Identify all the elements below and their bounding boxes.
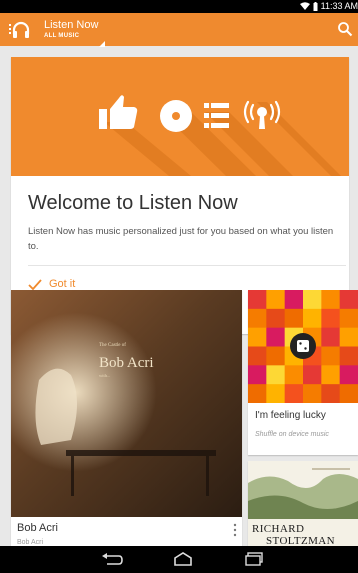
feeling-lucky-mosaic [248, 290, 358, 403]
system-nav-bar [0, 546, 358, 573]
got-it-label: Got it [49, 278, 76, 290]
album-art-credits: with... [99, 373, 110, 378]
album-art-title: Bob Acri [99, 355, 154, 371]
welcome-description: Listen Now has music personalized just f… [28, 226, 334, 252]
dice-icon [297, 340, 309, 352]
status-time: 11:33 AM [320, 1, 358, 11]
album-artist: Bob Acri [17, 539, 44, 546]
welcome-hero-banner [11, 57, 349, 176]
album-art-text: The Castle of [99, 343, 126, 348]
welcome-title: Welcome to Listen Now [28, 192, 238, 214]
back-icon[interactable] [101, 552, 123, 566]
album-title: Bob Acri [17, 522, 58, 534]
app-bar: Listen Now ALL MUSIC [0, 13, 358, 47]
feeling-lucky-title: I'm feeling lucky [255, 410, 326, 421]
search-icon[interactable] [337, 21, 353, 37]
album-card-richard-stoltzman[interactable]: RICHARD STOLTZMAN [248, 461, 358, 551]
overflow-menu-icon[interactable] [232, 523, 238, 537]
checkmark-icon [28, 278, 42, 290]
album-art-bob-acri: The Castle of Bob Acri with... [11, 290, 242, 517]
thumbs-up-icon [99, 95, 138, 129]
wifi-icon [299, 2, 310, 10]
status-bar: 11:33 AM [0, 0, 358, 13]
album-card-bob-acri[interactable]: The Castle of Bob Acri with... Bob Acri … [11, 290, 242, 552]
recents-icon[interactable] [243, 552, 265, 566]
list-icon [204, 103, 229, 128]
album-art-artist-first: RICHARD [252, 523, 305, 535]
battery-icon [313, 2, 318, 11]
feeling-lucky-subtitle: Shuffle on device music [255, 431, 329, 438]
card-divider [28, 265, 346, 266]
feeling-lucky-card[interactable]: I'm feeling lucky Shuffle on device musi… [248, 290, 358, 455]
status-icons: 11:33 AM [299, 1, 358, 12]
home-icon[interactable] [172, 552, 194, 566]
disc-icon [160, 100, 192, 132]
listen-now-feed[interactable]: Welcome to Listen Now Listen Now has mus… [0, 46, 358, 552]
headphones-icon[interactable] [9, 19, 31, 41]
library-filter-label[interactable]: ALL MUSIC [44, 33, 79, 39]
app-title[interactable]: Listen Now [44, 19, 98, 31]
